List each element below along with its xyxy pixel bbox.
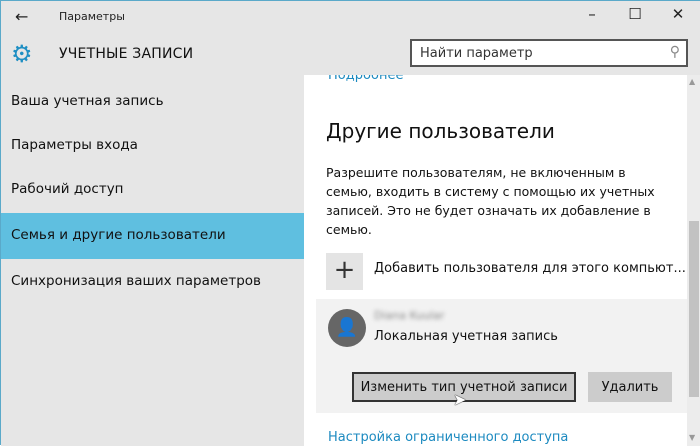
sidebar: Ваша учетная запись Параметры входа Рабо…	[1, 75, 304, 446]
search-placeholder: Найти параметр	[420, 46, 533, 61]
section-description: Разрешите пользователям, не включенным в…	[326, 165, 655, 237]
maximize-button[interactable]: ☐	[620, 5, 650, 23]
sidebar-item-family[interactable]: Семья и другие пользователи	[1, 213, 304, 259]
sidebar-item-sync[interactable]: Синхронизация ваших параметров	[1, 259, 304, 305]
scroll-up-icon[interactable]: ▲	[689, 77, 695, 86]
close-button[interactable]: ✕	[663, 5, 693, 23]
sidebar-item-work-access[interactable]: Рабочий доступ	[1, 167, 304, 213]
minimize-button[interactable]: –	[577, 5, 607, 23]
user-card[interactable]: 👤 Diana Kuular Локальная учетная запись …	[316, 299, 687, 413]
search-icon[interactable]: ⚲	[670, 44, 680, 60]
scrollbar[interactable]: ▲ ▼	[687, 75, 700, 446]
assigned-access-link[interactable]: Настройка ограниченного доступа	[328, 430, 568, 445]
window-title: Параметры	[59, 10, 125, 23]
scroll-down-icon[interactable]: ▼	[689, 433, 695, 442]
more-link[interactable]: Подробнее	[328, 75, 403, 83]
user-name: Diana Kuular	[374, 309, 445, 322]
add-user-button[interactable]: + Добавить пользователя для этого компью…	[326, 251, 686, 291]
back-button[interactable]: ←	[15, 7, 28, 26]
search-input[interactable]: Найти параметр ⚲	[410, 39, 688, 67]
title-bar: ← Параметры – ☐ ✕	[1, 1, 700, 33]
plus-icon: +	[326, 253, 363, 290]
add-user-label: Добавить пользователя для этого компьют.…	[374, 261, 686, 276]
page-title: УЧЕТНЫЕ ЗАПИСИ	[59, 46, 194, 62]
user-avatar-icon: 👤	[328, 309, 366, 347]
sidebar-item-your-account[interactable]: Ваша учетная запись	[1, 79, 304, 125]
sidebar-item-sign-in-options[interactable]: Параметры входа	[1, 123, 304, 169]
user-type: Локальная учетная запись	[374, 329, 558, 344]
main-content: Подробнее Другие пользователи Разрешите …	[304, 75, 687, 446]
header: ⚙ УЧЕТНЫЕ ЗАПИСИ Найти параметр ⚲	[1, 33, 700, 75]
delete-user-button[interactable]: Удалить	[588, 372, 672, 402]
gear-icon: ⚙	[11, 40, 33, 68]
section-heading: Другие пользователи	[326, 119, 555, 143]
scrollbar-thumb[interactable]	[689, 221, 699, 397]
mouse-cursor-icon: ➤	[453, 390, 467, 409]
